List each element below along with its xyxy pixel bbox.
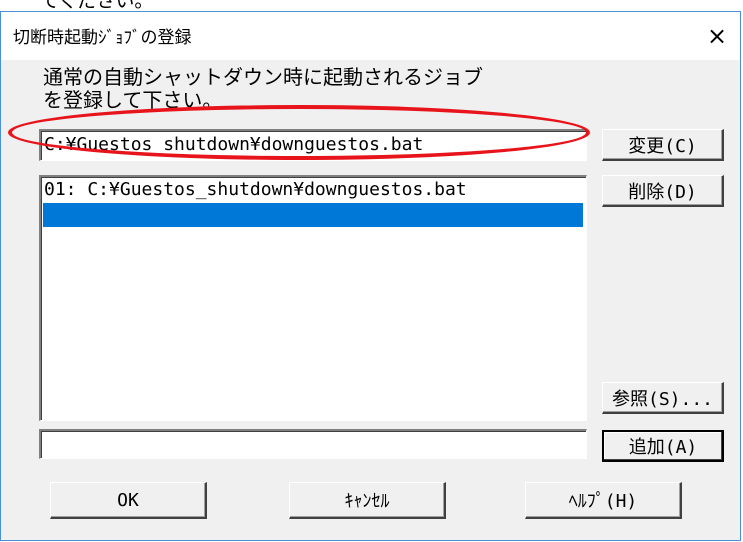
instruction-line-2: を登録して下さい。 bbox=[43, 88, 223, 112]
ok-button[interactable]: OK bbox=[50, 482, 207, 519]
instruction-text: 通常の自動シャットダウン時に起動されるジョブ を登録して下さい。 bbox=[43, 66, 603, 112]
close-button[interactable]: × bbox=[694, 12, 740, 60]
help-button[interactable]: ﾍﾙﾌﾟ(H) bbox=[525, 482, 682, 519]
list-item[interactable]: 01: C:¥Guestos_shutdown¥downguestos.bat bbox=[43, 179, 583, 203]
add-button[interactable]: 追加(A) bbox=[602, 430, 724, 462]
job-path-value: C:¥Guestos_shutdown¥downguestos.bat bbox=[44, 134, 424, 155]
close-icon: × bbox=[706, 22, 728, 50]
cancel-button[interactable]: ｷｬﾝｾﾙ bbox=[289, 482, 446, 519]
change-button[interactable]: 変更(C) bbox=[602, 129, 724, 161]
delete-button[interactable]: 削除(D) bbox=[602, 175, 724, 207]
job-list[interactable]: 01: C:¥Guestos_shutdown¥downguestos.bat bbox=[39, 175, 587, 421]
instruction-line-1: 通常の自動シャットダウン時に起動されるジョブ bbox=[43, 65, 483, 89]
browse-button[interactable]: 参照(S)... bbox=[602, 382, 724, 414]
title-bar: 切断時起動ｼﾞｮﾌﾞの登録 × bbox=[1, 12, 740, 60]
list-item-selected[interactable] bbox=[43, 203, 583, 227]
add-job-input[interactable] bbox=[39, 429, 587, 459]
job-path-input[interactable]: C:¥Guestos_shutdown¥downguestos.bat bbox=[39, 129, 587, 161]
dialog-title: 切断時起動ｼﾞｮﾌﾞの登録 bbox=[13, 28, 192, 48]
register-job-dialog: 切断時起動ｼﾞｮﾌﾞの登録 × 通常の自動シャットダウン時に起動されるジョブ を… bbox=[0, 11, 741, 541]
